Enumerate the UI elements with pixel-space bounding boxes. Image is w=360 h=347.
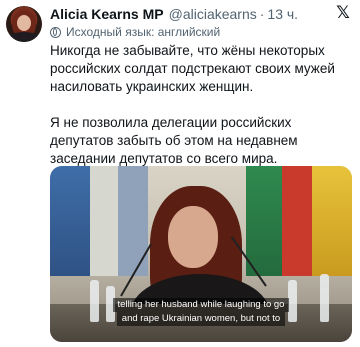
author-name[interactable]: Alicia Kearns MP (50, 6, 164, 22)
avatar-face (17, 15, 31, 31)
subtitle-line-2: and rape Ukrainian women, but not to (116, 312, 286, 326)
tweet-time[interactable]: 13 ч. (267, 6, 298, 22)
video-subtitles: telling her husband while laughing to go… (50, 298, 352, 326)
tweet-text: Никогда не забывайте, что жёны некоторых… (50, 42, 356, 186)
flag (282, 166, 312, 276)
globe-icon (50, 26, 61, 38)
avatar[interactable] (6, 6, 42, 42)
tweet-header: Alicia Kearns MP @aliciakearns · 13 ч. (50, 6, 330, 22)
translation-note[interactable]: Исходный язык: английский (50, 25, 220, 39)
flag (312, 166, 352, 276)
author-handle[interactable]: @aliciakearns (169, 6, 257, 22)
tweet-paragraph-1: Никогда не забывайте, что жёны некоторых… (50, 43, 335, 94)
x-logo-icon[interactable]: 𝕏 (334, 4, 352, 22)
flag (90, 166, 118, 276)
flag (246, 166, 282, 276)
tweet-video[interactable]: telling her husband while laughing to go… (50, 166, 352, 342)
speaker-face (168, 206, 218, 268)
header-separator: · (259, 6, 265, 22)
subtitle-line-1: telling her husband while laughing to go (112, 298, 290, 312)
avatar-shoulders (8, 32, 40, 42)
translation-label: Исходный язык: английский (66, 25, 221, 39)
flag (118, 166, 148, 276)
tweet-paragraph-2: Я не позволила делегации российских депу… (50, 115, 298, 166)
flag (50, 166, 90, 276)
